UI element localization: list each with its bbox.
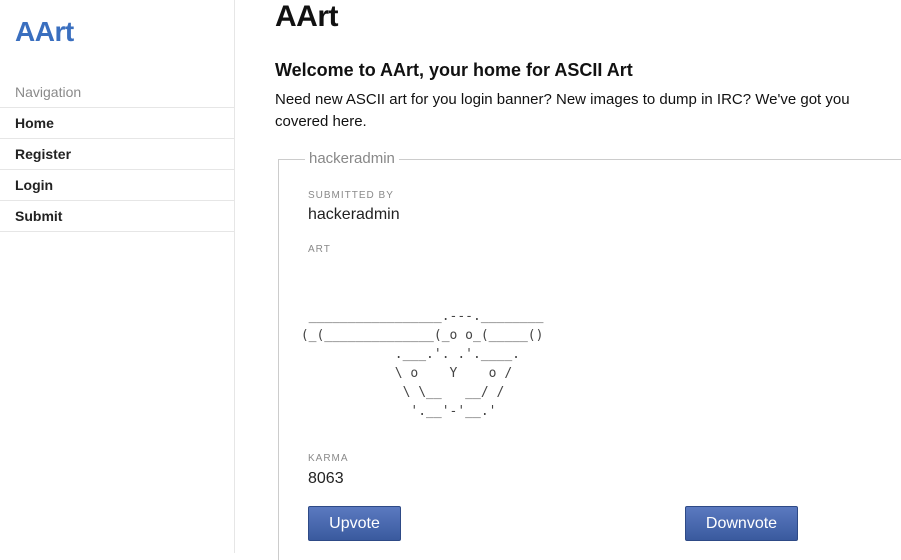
page-title: AArt <box>275 0 339 33</box>
ascii-art: _________________.---.________ (_(______… <box>300 309 544 419</box>
brand-logo[interactable]: AArt <box>15 16 74 48</box>
sidebar: AArt Navigation Home Register Login Subm… <box>0 0 235 553</box>
nav-item-register[interactable]: Register <box>0 139 234 170</box>
downvote-button[interactable]: Downvote <box>685 506 798 541</box>
karma-value: 8063 <box>308 470 344 487</box>
post-legend: hackeradmin <box>305 150 399 168</box>
nav-item-login[interactable]: Login <box>0 170 234 201</box>
nav-list: Home Register Login Submit <box>0 107 234 232</box>
nav-item-home[interactable]: Home <box>0 108 234 139</box>
welcome-heading: Welcome to AArt, your home for ASCII Art <box>275 60 633 80</box>
submitted-by-value: hackeradmin <box>308 206 400 223</box>
intro-text: Need new ASCII art for you login banner?… <box>275 91 850 130</box>
nav-item-submit[interactable]: Submit <box>0 201 234 232</box>
art-post-card: hackeradmin SUBMITTED BY hackeradmin ART… <box>278 150 901 560</box>
art-label: ART <box>308 244 331 255</box>
nav-heading: Navigation <box>15 84 82 100</box>
upvote-button[interactable]: Upvote <box>308 506 401 541</box>
submitted-by-label: SUBMITTED BY <box>308 190 394 201</box>
karma-label: KARMA <box>308 453 349 464</box>
